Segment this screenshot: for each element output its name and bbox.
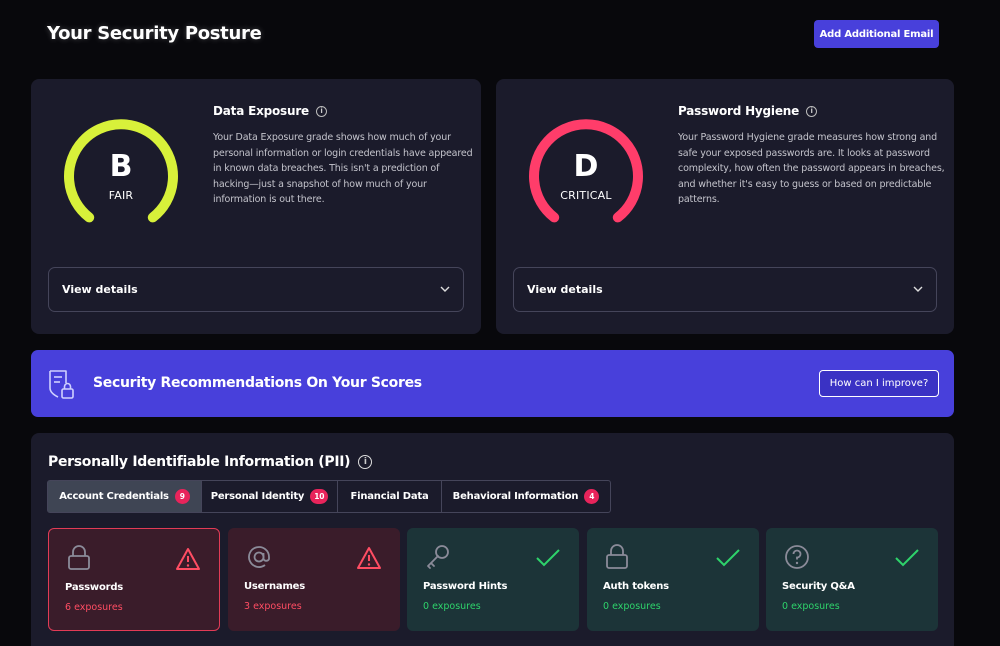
info-icon[interactable]: i xyxy=(358,455,373,469)
view-details-button[interactable]: View details xyxy=(48,267,464,312)
info-icon[interactable]: i xyxy=(315,105,327,117)
at-sign-icon xyxy=(246,544,270,570)
card-heading: Data Exposure i xyxy=(213,104,327,118)
pii-section: Personally Identifiable Information (PII… xyxy=(31,433,954,646)
password-hygiene-card: D CRITICAL Password Hygiene i Your Passw… xyxy=(496,79,954,334)
checkmark-icon xyxy=(715,546,741,570)
tab-financial-data[interactable]: Financial Data xyxy=(338,481,442,512)
tile-name: Auth tokens xyxy=(603,581,669,592)
view-details-label: View details xyxy=(62,283,138,296)
add-email-button[interactable]: Add Additional Email xyxy=(814,20,939,48)
shield-lock-icon xyxy=(47,368,77,400)
page-title: Your Security Posture xyxy=(47,23,262,44)
grade-label: CRITICAL xyxy=(560,189,612,202)
count-badge: 4 xyxy=(584,489,600,504)
tile-count: 6 exposures xyxy=(65,602,123,613)
count-badge: 9 xyxy=(174,489,190,504)
tab-label: Behavioral Information xyxy=(452,491,579,502)
pii-tile-passwords[interactable]: Passwords 6 exposures xyxy=(48,528,220,631)
tile-count: 3 exposures xyxy=(244,601,302,612)
card-description: Your Data Exposure grade shows how much … xyxy=(213,132,473,205)
how-can-i-improve-button[interactable]: How can I improve? xyxy=(819,370,939,397)
grade-letter: D xyxy=(573,149,599,184)
tab-behavioral-information[interactable]: Behavioral Information 4 xyxy=(442,481,610,512)
key-icon xyxy=(425,544,449,570)
pii-tile-security-qa[interactable]: Security Q&A 0 exposures xyxy=(766,528,938,631)
pii-tabs: Account Credentials 9 Personal Identity … xyxy=(47,480,611,513)
info-icon[interactable]: i xyxy=(806,105,818,117)
pii-title-text: Personally Identifiable Information (PII… xyxy=(48,454,351,470)
warning-triangle-icon xyxy=(175,547,201,571)
tab-label: Financial Data xyxy=(350,491,429,502)
tile-name: Usernames xyxy=(244,581,306,592)
card-description: Your Password Hygiene grade measures how… xyxy=(678,132,945,205)
tile-name: Password Hints xyxy=(423,581,508,592)
tile-count: 0 exposures xyxy=(782,601,840,612)
warning-triangle-icon xyxy=(356,546,382,570)
lock-icon xyxy=(605,544,629,570)
view-details-button[interactable]: View details xyxy=(513,267,937,312)
grade-label: FAIR xyxy=(108,189,134,202)
pii-tile-auth-tokens[interactable]: Auth tokens 0 exposures xyxy=(587,528,759,631)
chevron-down-icon xyxy=(440,285,450,295)
tab-personal-identity[interactable]: Personal Identity 10 xyxy=(202,481,338,512)
password-hygiene-gauge: D CRITICAL xyxy=(521,111,651,241)
checkmark-icon xyxy=(535,546,561,570)
chevron-down-icon xyxy=(913,285,923,295)
card-heading-text: Password Hygiene xyxy=(678,104,800,118)
pii-tile-password-hints[interactable]: Password Hints 0 exposures xyxy=(407,528,579,631)
tile-name: Security Q&A xyxy=(782,581,855,592)
count-badge: 10 xyxy=(310,489,329,504)
tile-count: 0 exposures xyxy=(423,601,481,612)
tab-label: Account Credentials xyxy=(59,491,169,502)
tab-label: Personal Identity xyxy=(210,491,305,502)
pii-title: Personally Identifiable Information (PII… xyxy=(48,454,373,470)
recommendations-title: Security Recommendations On Your Scores xyxy=(93,375,422,391)
recommendations-banner: Security Recommendations On Your Scores … xyxy=(31,350,954,417)
grade-letter: B xyxy=(109,149,133,184)
lock-icon xyxy=(67,545,91,571)
checkmark-icon xyxy=(894,546,920,570)
pii-tile-usernames[interactable]: Usernames 3 exposures xyxy=(228,528,400,631)
tile-name: Passwords xyxy=(65,582,124,593)
tab-account-credentials[interactable]: Account Credentials 9 xyxy=(48,481,202,512)
tile-count: 0 exposures xyxy=(603,601,661,612)
card-heading-text: Data Exposure xyxy=(213,104,309,118)
question-circle-icon xyxy=(784,544,809,570)
view-details-label: View details xyxy=(527,283,603,296)
data-exposure-card: B FAIR Data Exposure i Your Data Exposur… xyxy=(31,79,481,334)
card-heading: Password Hygiene i xyxy=(678,104,818,118)
data-exposure-gauge: B FAIR xyxy=(56,111,186,241)
